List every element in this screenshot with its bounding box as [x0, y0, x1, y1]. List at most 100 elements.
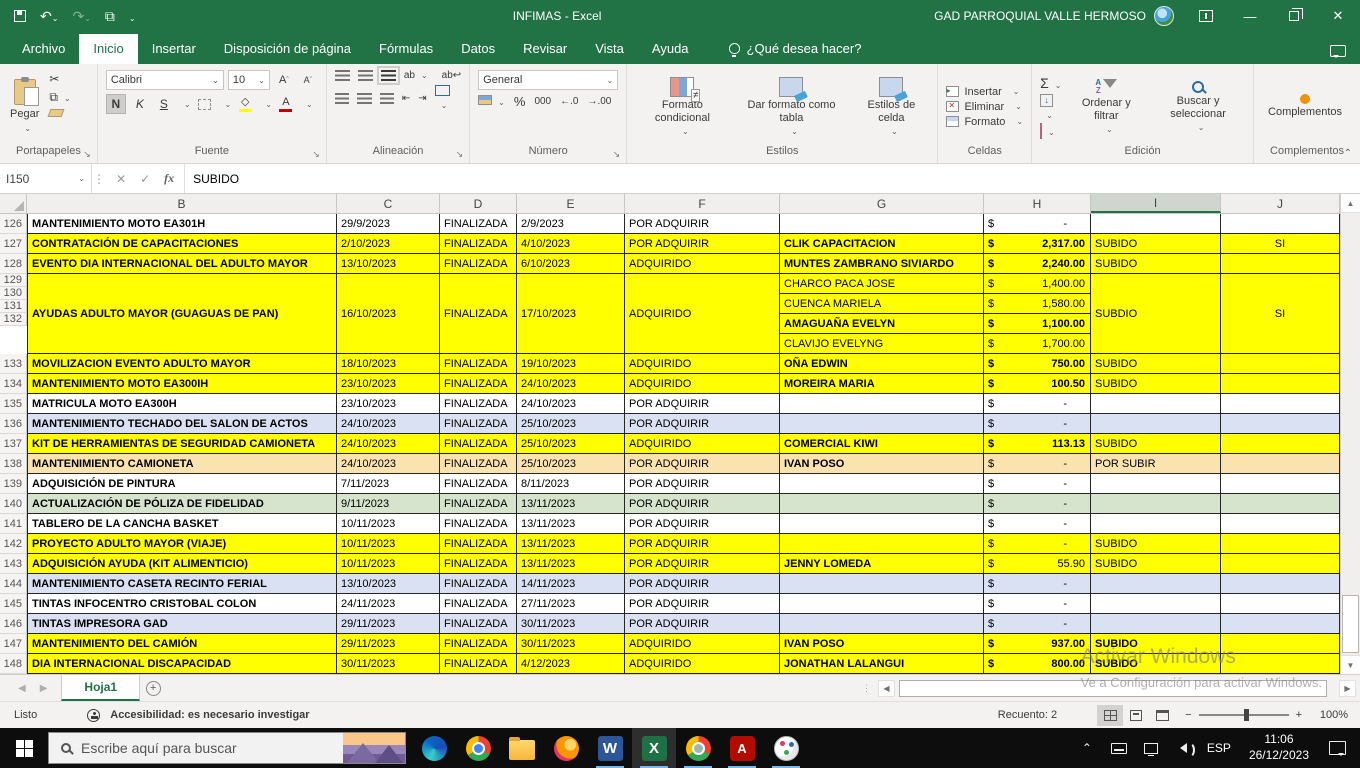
merge-center-icon[interactable]: ⌄: [435, 85, 462, 111]
cancel-icon[interactable]: ✕: [116, 172, 126, 186]
row-header[interactable]: 126: [0, 214, 27, 234]
cell[interactable]: 25/10/2023: [517, 434, 625, 454]
cell[interactable]: $1,100.00: [984, 314, 1091, 334]
search-daily-image[interactable]: [343, 733, 405, 763]
borders-button[interactable]: [195, 94, 215, 114]
cell[interactable]: 9/11/2023: [337, 494, 440, 514]
cell[interactable]: 24/10/2023: [517, 374, 625, 394]
cell[interactable]: $750.00: [984, 354, 1091, 374]
cell[interactable]: 18/10/2023: [337, 354, 440, 374]
tab-ayuda[interactable]: Ayuda: [638, 34, 703, 64]
cell[interactable]: SI: [1221, 234, 1340, 254]
cell[interactable]: POR ADQUIRIR: [625, 614, 780, 634]
cell[interactable]: CONTRATACIÓN DE CAPACITACIONES: [27, 234, 337, 254]
cell[interactable]: MANTENIMIENTO CASETA RECINTO FERIAL: [27, 574, 337, 594]
number-format-combo[interactable]: General⌄: [478, 70, 618, 90]
cell[interactable]: FINALIZADA: [440, 514, 517, 534]
shrink-font-button[interactable]: Aˇ: [298, 70, 318, 90]
page-break-view-button[interactable]: [1149, 705, 1175, 726]
cell[interactable]: POR ADQUIRIR: [625, 454, 780, 474]
cell[interactable]: SUBIDO: [1091, 534, 1221, 554]
taskbar-app-word[interactable]: W: [588, 728, 632, 768]
cell[interactable]: FINALIZADA: [440, 394, 517, 414]
redo-icon[interactable]: ↷⌄: [72, 9, 90, 23]
cell[interactable]: $2,317.00: [984, 234, 1091, 254]
cell[interactable]: ACTUALIZACIÓN DE PÓLIZA DE FIDELIDAD: [27, 494, 337, 514]
cell[interactable]: JENNY LOMEDA: [780, 554, 984, 574]
cell[interactable]: 29/11/2023: [337, 634, 440, 654]
normal-view-button[interactable]: [1097, 705, 1123, 726]
cell[interactable]: POR ADQUIRIR: [625, 394, 780, 414]
touch-keyboard-icon[interactable]: [1105, 728, 1133, 768]
comments-icon[interactable]: [1330, 45, 1346, 57]
cell[interactable]: SUBIDO: [1091, 354, 1221, 374]
tab-revisar[interactable]: Revisar: [509, 34, 581, 64]
cell[interactable]: MANTENIMIENTO CAMIONETA: [27, 454, 337, 474]
hscroll-thumb[interactable]: [899, 680, 1327, 697]
format-cells-button[interactable]: Formato⌄: [946, 116, 1023, 128]
cell[interactable]: DIA INTERNACIONAL DISCAPACIDAD: [27, 654, 337, 674]
cell[interactable]: MANTENIMIENTO TECHADO DEL SALON DE ACTOS: [27, 414, 337, 434]
cell[interactable]: COMERCIAL KIWI: [780, 434, 984, 454]
select-all-corner[interactable]: [0, 194, 27, 213]
cell[interactable]: $800.00: [984, 654, 1091, 674]
cell[interactable]: MANTENIMIENTO MOTO EA301H: [27, 214, 337, 234]
row-header[interactable]: 128: [0, 254, 27, 274]
cell[interactable]: $1,580.00: [984, 294, 1091, 314]
cell[interactable]: 13/10/2023: [337, 254, 440, 274]
insert-cells-button[interactable]: Insertar⌄: [946, 86, 1023, 98]
cell[interactable]: [1091, 514, 1221, 534]
row-header[interactable]: 140: [0, 494, 27, 514]
cell[interactable]: [780, 494, 984, 514]
font-color-button[interactable]: A: [276, 94, 296, 114]
tab-insertar[interactable]: Insertar: [138, 34, 210, 64]
taskbar-app-acrobat[interactable]: A: [720, 728, 764, 768]
comma-style-icon[interactable]: 000: [534, 96, 551, 107]
cell[interactable]: 7/11/2023: [337, 474, 440, 494]
name-box[interactable]: I150⌄: [0, 164, 92, 193]
cell[interactable]: [1221, 414, 1340, 434]
cell[interactable]: $-: [984, 214, 1091, 234]
cell[interactable]: $55.90: [984, 554, 1091, 574]
cell[interactable]: 2/10/2023: [337, 234, 440, 254]
tab-archivo[interactable]: Archivo: [8, 34, 79, 64]
namebox-splitter[interactable]: ⋮: [92, 164, 106, 193]
cell[interactable]: FINALIZADA: [440, 454, 517, 474]
cell[interactable]: FINALIZADA: [440, 574, 517, 594]
column-header-D[interactable]: D: [440, 194, 517, 213]
cell[interactable]: $-: [984, 614, 1091, 634]
font-name-combo[interactable]: Calibri⌄: [106, 70, 224, 90]
align-right-icon[interactable]: [380, 93, 394, 104]
tab-inicio[interactable]: Inicio: [79, 34, 137, 64]
cell[interactable]: [1221, 214, 1340, 234]
cell[interactable]: 6/10/2023: [517, 254, 625, 274]
cell[interactable]: 16/10/2023: [337, 274, 440, 354]
cell[interactable]: [1091, 394, 1221, 414]
cell[interactable]: FINALIZADA: [440, 274, 517, 354]
cell[interactable]: CHARCO PACA JOSE: [780, 274, 984, 294]
bold-button[interactable]: N: [106, 94, 126, 114]
cell[interactable]: 10/11/2023: [337, 514, 440, 534]
scroll-down-icon[interactable]: ▼: [1341, 655, 1360, 674]
cell[interactable]: MANTENIMIENTO MOTO EA300IH: [27, 374, 337, 394]
minimize-button[interactable]: —: [1228, 0, 1272, 32]
cell[interactable]: 13/11/2023: [517, 494, 625, 514]
sheet-prev-icon[interactable]: ◀: [18, 683, 26, 694]
account-area[interactable]: GAD PARROQUIAL VALLE HERMOSO: [934, 6, 1174, 26]
align-center-icon[interactable]: [357, 93, 371, 104]
grow-font-button[interactable]: Aˆ: [274, 70, 294, 90]
tab-datos[interactable]: Datos: [447, 34, 509, 64]
cell[interactable]: [1221, 594, 1340, 614]
taskbar-app-paint[interactable]: [764, 728, 808, 768]
align-middle-icon[interactable]: [358, 70, 373, 81]
cell[interactable]: [1221, 254, 1340, 274]
action-center-icon[interactable]: [1329, 741, 1346, 755]
cell[interactable]: 23/10/2023: [337, 374, 440, 394]
cell[interactable]: 13/11/2023: [517, 554, 625, 574]
cell[interactable]: 24/10/2023: [337, 434, 440, 454]
cell[interactable]: SUBIDO: [1091, 254, 1221, 274]
cell-styles-button[interactable]: Estilos de celda⌄: [849, 77, 933, 137]
cell[interactable]: $-: [984, 414, 1091, 434]
cell[interactable]: FINALIZADA: [440, 234, 517, 254]
tab-disposici-n-de-p-gina[interactable]: Disposición de página: [210, 34, 365, 64]
